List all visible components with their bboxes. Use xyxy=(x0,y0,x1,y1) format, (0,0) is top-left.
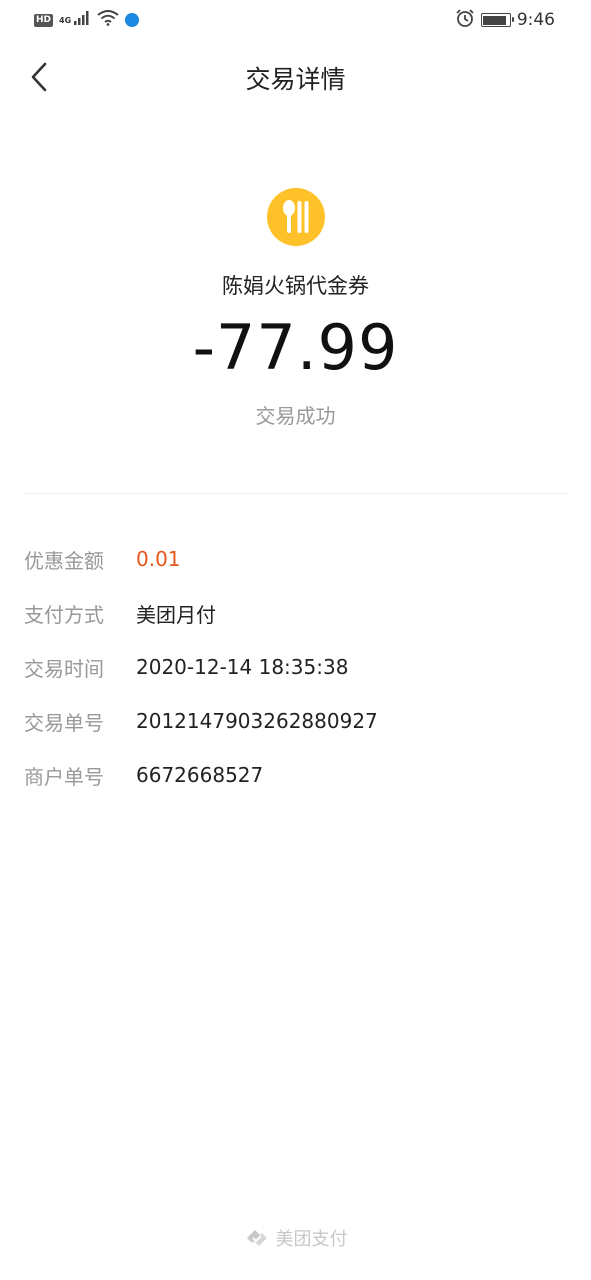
page-title: 交易详情 xyxy=(245,65,346,94)
transaction-detail-page: HD 4G 9:46 交易详情 陈娟火锅代金券 -77.99 交易成功 优惠金额… xyxy=(0,0,591,1280)
status-bar-left: HD 4G xyxy=(34,9,140,31)
transaction-amount: -77.99 xyxy=(192,311,399,384)
detail-row-transaction-id: 交易单号 2012147903262880927 xyxy=(24,694,567,748)
transaction-status: 交易成功 xyxy=(255,404,336,428)
utensils-icon xyxy=(282,200,308,233)
merchant-order-id[interactable]: 6672668527 xyxy=(136,763,263,787)
status-bar: HD 4G 9:46 xyxy=(0,0,591,40)
detail-label: 商户单号 xyxy=(24,764,104,789)
status-bar-right: 9:46 xyxy=(455,8,555,33)
app-notification-icon xyxy=(125,13,140,27)
detail-label: 交易单号 xyxy=(24,710,104,735)
nav-bar: 交易详情 xyxy=(0,40,591,114)
battery-icon xyxy=(480,13,514,27)
meituan-pay-logo-icon xyxy=(246,1230,267,1246)
transaction-id[interactable]: 2012147903262880927 xyxy=(136,709,378,733)
transaction-time: 2020-12-14 18:35:38 xyxy=(136,655,349,679)
network-type: 4G xyxy=(59,15,72,25)
alarm-icon xyxy=(455,8,475,33)
hd-badge: HD xyxy=(34,13,54,27)
detail-label: 交易时间 xyxy=(24,656,104,681)
detail-row-payment-method: 支付方式 美团月付 xyxy=(24,586,567,640)
merchant-name: 陈娟火锅代金券 xyxy=(222,274,369,298)
footer-brand: 美团支付 xyxy=(0,1224,591,1252)
signal-icon xyxy=(73,10,91,31)
detail-row-merchant-order-id: 商户单号 6672668527 xyxy=(24,748,567,802)
transaction-summary: 陈娟火锅代金券 -77.99 交易成功 xyxy=(0,188,591,429)
merchant-icon xyxy=(266,188,325,246)
divider xyxy=(24,493,567,494)
wifi-icon xyxy=(97,9,119,31)
detail-label: 支付方式 xyxy=(24,602,104,627)
clock-time: 9:46 xyxy=(516,10,555,30)
payment-method: 美团月付 xyxy=(136,602,216,627)
detail-row-time: 交易时间 2020-12-14 18:35:38 xyxy=(24,640,567,694)
detail-row-discount: 优惠金额 0.01 xyxy=(24,532,567,586)
discount-amount: 0.01 xyxy=(136,547,181,571)
transaction-details: 优惠金额 0.01 支付方式 美团月付 交易时间 2020-12-14 18:3… xyxy=(24,532,567,802)
detail-label: 优惠金额 xyxy=(24,548,104,573)
footer-brand-text: 美团支付 xyxy=(275,1229,348,1250)
